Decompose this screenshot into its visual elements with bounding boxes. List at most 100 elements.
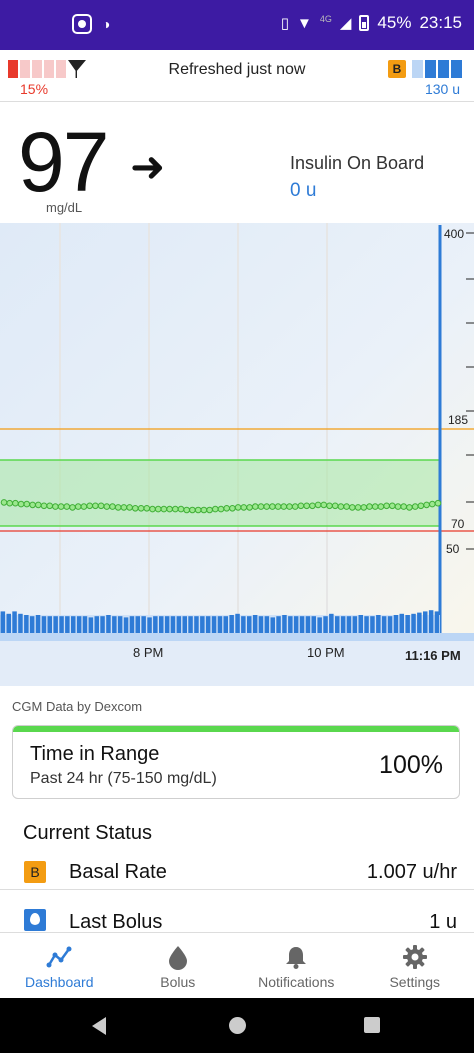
glucose-point [417, 502, 425, 510]
glucose-point [269, 503, 276, 510]
nav-notifications-label: Notifications [258, 974, 335, 990]
nav-settings-label: Settings [389, 974, 441, 990]
basal-bar [147, 617, 152, 633]
target-range-band [0, 460, 440, 526]
glucose-point [46, 502, 54, 510]
glucose-point [389, 502, 396, 510]
glucose-point [366, 503, 373, 510]
basal-bar [235, 613, 240, 633]
basal-bar [24, 615, 29, 633]
glucose-chart[interactable]: 400 185 70 50 8 PM 10 PM 11:16 PM [0, 223, 474, 686]
nav-bolus-label: Bolus [160, 974, 196, 990]
glucose-point [280, 503, 288, 510]
chart-line-icon [46, 946, 72, 968]
basal-bar [29, 616, 35, 633]
basal-bar [41, 616, 47, 633]
back-icon[interactable] [92, 1017, 106, 1035]
glucose-point [92, 502, 99, 510]
glucose-chart-svg[interactable]: 400 185 70 50 8 PM 10 PM 11:16 PM [0, 223, 474, 686]
vibrate-icon: ▯ [280, 15, 289, 32]
time-axis-band [0, 641, 474, 686]
glucose-point [6, 499, 13, 507]
basal-bar [317, 617, 322, 633]
basal-bar [112, 616, 117, 633]
basal-bar [223, 616, 228, 633]
glucose-point [229, 505, 236, 512]
glucose-point [286, 503, 293, 510]
system-status-bar: ◑ ▯ ▼ 4G ◢ 45% 23:15 [0, 0, 474, 50]
basal-bar [53, 616, 58, 633]
glucose-point [423, 501, 430, 509]
basal-bar [428, 610, 434, 633]
basal-rate-row[interactable]: B Basal Rate 1.007 u/hr [0, 852, 474, 890]
basal-bar [405, 615, 410, 633]
basal-icon: B [24, 861, 46, 883]
bottom-navigation: Dashboard Bolus Notifications Settings [0, 932, 474, 998]
glucose-point [411, 503, 419, 510]
nav-settings[interactable]: Settings [356, 933, 474, 998]
glucose-point [400, 503, 408, 510]
basal-rate-value: 1.007 u/hr [366, 861, 457, 883]
glucose-point [69, 504, 76, 511]
basal-bar [293, 616, 299, 633]
basal-bar [176, 616, 182, 633]
pump-status-header[interactable]: 15% Refreshed just now B 130 u [0, 50, 474, 102]
glucose-unit: mg/dL [46, 200, 83, 215]
nav-dashboard[interactable]: Dashboard [0, 933, 119, 998]
glucose-point [166, 505, 173, 513]
glucose-point [274, 503, 282, 510]
nav-notifications[interactable]: Notifications [237, 933, 356, 998]
nav-bolus[interactable]: Bolus [119, 933, 238, 998]
glucose-point [172, 505, 179, 513]
y-tick-label: 400 [444, 227, 464, 241]
glucose-point [0, 499, 8, 506]
glucose-point [109, 503, 116, 510]
basal-bar [65, 616, 70, 633]
glucose-point [337, 503, 345, 510]
basal-bar [399, 613, 404, 633]
y-tick-label: 50 [446, 542, 460, 556]
glucose-point [377, 503, 385, 510]
wifi-icon: ▼ [297, 14, 312, 32]
glucose-point [160, 505, 168, 513]
glucose-point [80, 503, 88, 510]
home-icon[interactable] [229, 1017, 246, 1034]
glucose-point [35, 501, 42, 509]
time-in-range-bar [13, 726, 459, 732]
basal-bar [6, 613, 11, 633]
glucose-point [132, 505, 139, 512]
battery-icon [359, 15, 370, 31]
glucose-point [314, 501, 322, 509]
glucose-point [303, 502, 311, 510]
basal-bar [76, 616, 82, 633]
basal-bar [247, 616, 252, 633]
basal-bar [258, 616, 264, 633]
iob-value: 0 u [290, 180, 317, 201]
app-notification-icon [72, 14, 92, 34]
glucose-point [406, 504, 413, 511]
basal-bar [299, 616, 305, 633]
x-tick-label: 8 PM [133, 645, 163, 660]
time-in-range-card[interactable]: Time in Range Past 24 hr (75-150 mg/dL) … [12, 725, 460, 799]
glucose-point [189, 506, 196, 514]
glucose-point [212, 505, 219, 513]
basal-bar [106, 615, 111, 633]
basal-bar [411, 613, 416, 633]
insulin-remaining: 130 u [424, 81, 460, 97]
basal-bar [71, 616, 76, 633]
glucose-point [149, 505, 156, 513]
basal-bar [153, 616, 158, 633]
basal-bar [423, 611, 428, 633]
clock: 23:15 [419, 13, 462, 32]
basal-bar [252, 615, 258, 633]
glucose-point [263, 503, 271, 510]
basal-bar [346, 616, 352, 633]
basal-bar [381, 616, 387, 633]
glucose-point [40, 502, 48, 510]
basal-bar [276, 616, 281, 633]
recent-apps-icon[interactable] [364, 1017, 380, 1033]
basal-baseline [0, 633, 474, 641]
glucose-point [114, 504, 122, 511]
glucose-point [371, 503, 379, 510]
basal-bar [88, 617, 94, 633]
